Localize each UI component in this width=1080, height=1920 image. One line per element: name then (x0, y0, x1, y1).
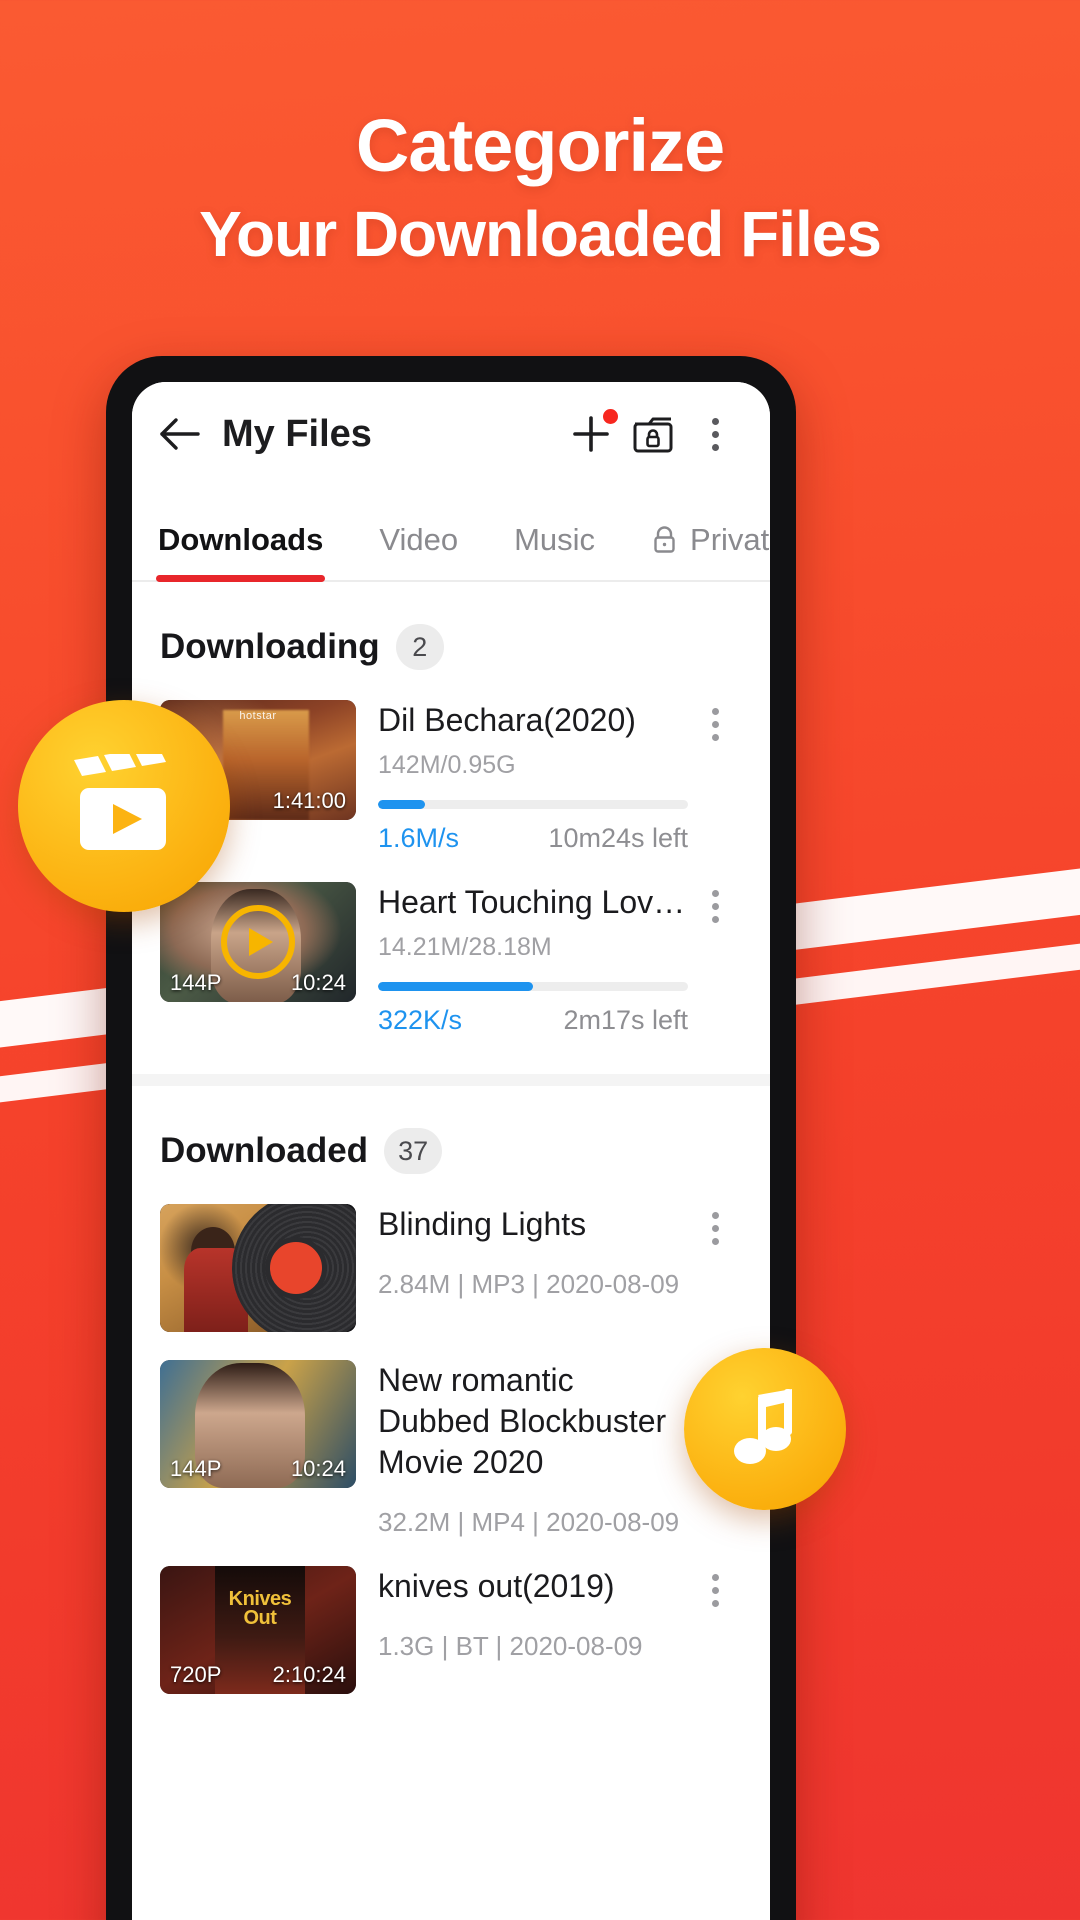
tab-video-label: Video (379, 522, 459, 557)
item-meta: Dil Bechara(2020) 142M/0.95G 1.6M/s 10m2… (356, 700, 688, 854)
kebab-menu-icon (711, 890, 719, 923)
kebab-menu-icon (711, 417, 719, 451)
download-time-left: 2m17s left (563, 1005, 688, 1035)
tab-downloads-label: Downloads (158, 522, 324, 557)
poster-title: Knives Out (228, 1587, 292, 1629)
thumb-quality-tag: 720P (170, 1662, 222, 1687)
thumb-duration-tag: 10:24 (290, 1456, 346, 1481)
item-size: 14.21M/28.18M (378, 933, 552, 961)
section-count-downloaded: 37 (384, 1128, 443, 1174)
download-progress-bar (378, 982, 688, 991)
phone-mockup: My Files Downloads Video Music Privat Do… (106, 356, 796, 1920)
item-title: Dil Bechara(2020) (378, 702, 636, 738)
download-speed: 1.6M/s (378, 823, 460, 853)
item-meta: New romantic Dubbed Blockbuster Movie 20… (356, 1360, 688, 1538)
item-meta: Heart Touching Love Stor… 14.21M/28.18M … (356, 882, 688, 1036)
video-badge (18, 700, 230, 912)
item-thumbnail[interactable] (160, 1204, 356, 1332)
item-thumbnail[interactable]: 144P 10:24 (160, 1360, 356, 1488)
item-overflow-button[interactable] (688, 1566, 742, 1607)
tab-video[interactable]: Video (379, 522, 458, 580)
page-title: My Files (222, 412, 372, 455)
item-overflow-button[interactable] (688, 700, 742, 741)
thumb-duration-tag: 2:10:24 (272, 1662, 346, 1687)
add-notification-dot (603, 409, 618, 424)
section-title-downloading: Downloading (160, 627, 380, 666)
download-progress-bar (378, 800, 688, 809)
item-thumbnail[interactable]: Knives Out 720P 2:10:24 (160, 1566, 356, 1694)
thumbnail-art (160, 1204, 356, 1332)
section-title-downloaded: Downloaded (160, 1131, 369, 1170)
kebab-menu-icon (711, 1574, 719, 1607)
promo-headline-line2: Your Downloaded Files (199, 198, 882, 270)
tab-downloads[interactable]: Downloads (155, 522, 326, 582)
download-time-left: 10m24s left (548, 823, 688, 853)
play-icon[interactable] (221, 905, 295, 979)
thumb-duration-tag: 1:41:00 (272, 788, 346, 813)
music-note-icon (734, 1389, 792, 1464)
section-header-downloaded: Downloaded 37 (132, 1086, 770, 1190)
downloaded-row[interactable]: 144P 10:24 New romantic Dubbed Blockbust… (132, 1346, 770, 1552)
tab-music-label: Music (514, 522, 596, 557)
item-meta: knives out(2019) 1.3G | BT | 2020-08-09 (356, 1566, 688, 1662)
clapperboard-play-icon (74, 754, 166, 850)
downloaded-row[interactable]: Blinding Lights 2.84M | MP3 | 2020-08-09 (132, 1190, 770, 1346)
folder-lock-icon (633, 417, 673, 453)
item-meta: Blinding Lights 2.84M | MP3 | 2020-08-09 (356, 1204, 688, 1300)
tab-private[interactable]: Private (651, 522, 770, 580)
app-bar: My Files (132, 382, 770, 486)
lock-icon (651, 525, 678, 555)
item-overflow-button[interactable] (688, 1204, 742, 1245)
downloading-row[interactable]: hotstar 1:41:00 Dil Bechara(2020) 142M/0… (132, 686, 770, 868)
item-title: Blinding Lights (378, 1206, 587, 1242)
thumb-duration-tag: 10:24 (290, 970, 346, 995)
add-download-button[interactable] (560, 403, 622, 465)
item-title: New romantic Dubbed Blockbuster Movie 20… (378, 1362, 667, 1480)
item-info: 2.84M | MP3 | 2020-08-09 (378, 1269, 680, 1299)
downloaded-row[interactable]: Knives Out 720P 2:10:24 knives out(2019)… (132, 1552, 770, 1708)
overflow-menu-button[interactable] (684, 403, 746, 465)
item-info: 32.2M | MP4 | 2020-08-09 (378, 1507, 680, 1537)
tab-music[interactable]: Music (514, 522, 595, 580)
item-size: 142M/0.95G (378, 751, 516, 779)
app-screen: My Files Downloads Video Music Privat Do… (132, 382, 770, 1920)
item-overflow-button[interactable] (688, 882, 742, 923)
item-title: knives out(2019) (378, 1568, 615, 1604)
thumb-quality-tag: 144P (170, 1456, 222, 1481)
download-speed: 322K/s (378, 1005, 463, 1035)
item-title: Heart Touching Love Stor… (378, 884, 688, 920)
kebab-menu-icon (711, 708, 719, 741)
promo-headline-line1: Categorize (355, 104, 725, 187)
section-count-downloading: 2 (395, 624, 444, 670)
promo-headline: Categorize Your Downloaded Files (0, 100, 1080, 276)
downloading-row[interactable]: 144P 10:24 Heart Touching Love Stor… 14.… (132, 868, 770, 1050)
tab-private-label: Private (690, 522, 770, 557)
kebab-menu-icon (711, 1212, 719, 1245)
item-thumbnail[interactable]: 144P 10:24 (160, 882, 356, 1002)
thumb-quality-tag: 144P (170, 970, 222, 995)
back-button[interactable] (152, 406, 208, 462)
back-arrow-icon (160, 418, 200, 450)
download-status-line: 322K/s 2m17s left (378, 1005, 688, 1036)
download-status-line: 1.6M/s 10m24s left (378, 823, 688, 854)
tab-bar: Downloads Video Music Private (132, 486, 770, 582)
section-header-downloading: Downloading 2 (132, 582, 770, 686)
music-badge (684, 1348, 846, 1510)
section-divider (132, 1074, 770, 1086)
item-info: 1.3G | BT | 2020-08-09 (378, 1631, 643, 1661)
private-folder-button[interactable] (622, 403, 684, 465)
